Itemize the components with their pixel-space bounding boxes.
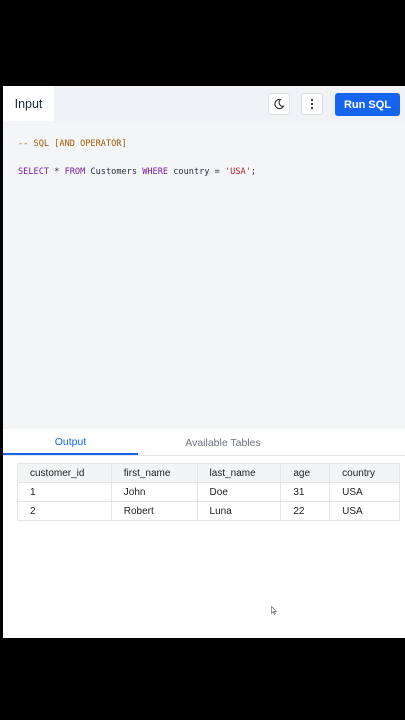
table-cell: John bbox=[110, 482, 198, 502]
more-options-button[interactable] bbox=[301, 93, 323, 115]
sql-code-editor[interactable]: -- SQL [AND OPERATOR] SELECT * FROM Custo… bbox=[3, 121, 405, 429]
code-token: -- SQL [AND OPERATOR] bbox=[18, 139, 127, 149]
moon-icon bbox=[274, 98, 285, 110]
table-cell: Robert bbox=[110, 501, 198, 521]
column-header: first_name bbox=[110, 463, 198, 483]
code-line: SELECT * FROM Customers WHERE country = … bbox=[18, 167, 256, 177]
vertical-dots-icon bbox=[310, 98, 314, 110]
sql-editor-app: Input Run SQL -- SQL [AND OPERATOR] SELEC… bbox=[3, 86, 405, 638]
run-sql-button[interactable]: Run SQL bbox=[335, 93, 400, 116]
table-row: 1 John Doe 31 USA bbox=[17, 482, 400, 502]
table-cell: Doe bbox=[196, 482, 282, 502]
table-cell: 31 bbox=[280, 482, 331, 502]
tab-available-tables[interactable]: Available Tables bbox=[138, 431, 308, 455]
code-line: -- SQL [AND OPERATOR] bbox=[18, 139, 127, 149]
tab-output[interactable]: Output bbox=[3, 431, 138, 455]
code-token: ; bbox=[250, 167, 257, 177]
code-token: 'USA' bbox=[225, 167, 251, 177]
table-cell: 2 bbox=[17, 501, 112, 521]
code-token: * bbox=[49, 167, 65, 177]
code-token: SELECT bbox=[18, 167, 50, 177]
output-tabs: Output Available Tables bbox=[3, 431, 405, 456]
code-token: WHERE bbox=[142, 167, 169, 177]
code-token: Customers bbox=[85, 167, 143, 177]
table-cell: 22 bbox=[280, 501, 331, 521]
table-cell: USA bbox=[329, 501, 400, 521]
code-token: FROM bbox=[64, 167, 86, 177]
mouse-cursor-icon bbox=[271, 606, 277, 615]
table-cell: USA bbox=[329, 482, 400, 502]
table-row: 2 Robert Luna 22 USA bbox=[17, 501, 400, 521]
column-header: age bbox=[280, 463, 331, 483]
code-token: country = bbox=[168, 167, 225, 177]
editor-toolbar: Input Run SQL bbox=[3, 86, 405, 121]
tab-input[interactable]: Input bbox=[3, 86, 54, 121]
column-header: customer_id bbox=[17, 463, 112, 483]
column-header: country bbox=[329, 463, 400, 483]
results-table: customer_id first_name last_name age country… bbox=[17, 463, 400, 521]
column-header: last_name bbox=[196, 463, 282, 483]
table-cell: 1 bbox=[17, 482, 112, 502]
table-cell: Luna bbox=[196, 501, 282, 521]
results-header-row: customer_id first_name last_name age country bbox=[17, 463, 400, 483]
theme-toggle-button[interactable] bbox=[268, 93, 290, 115]
